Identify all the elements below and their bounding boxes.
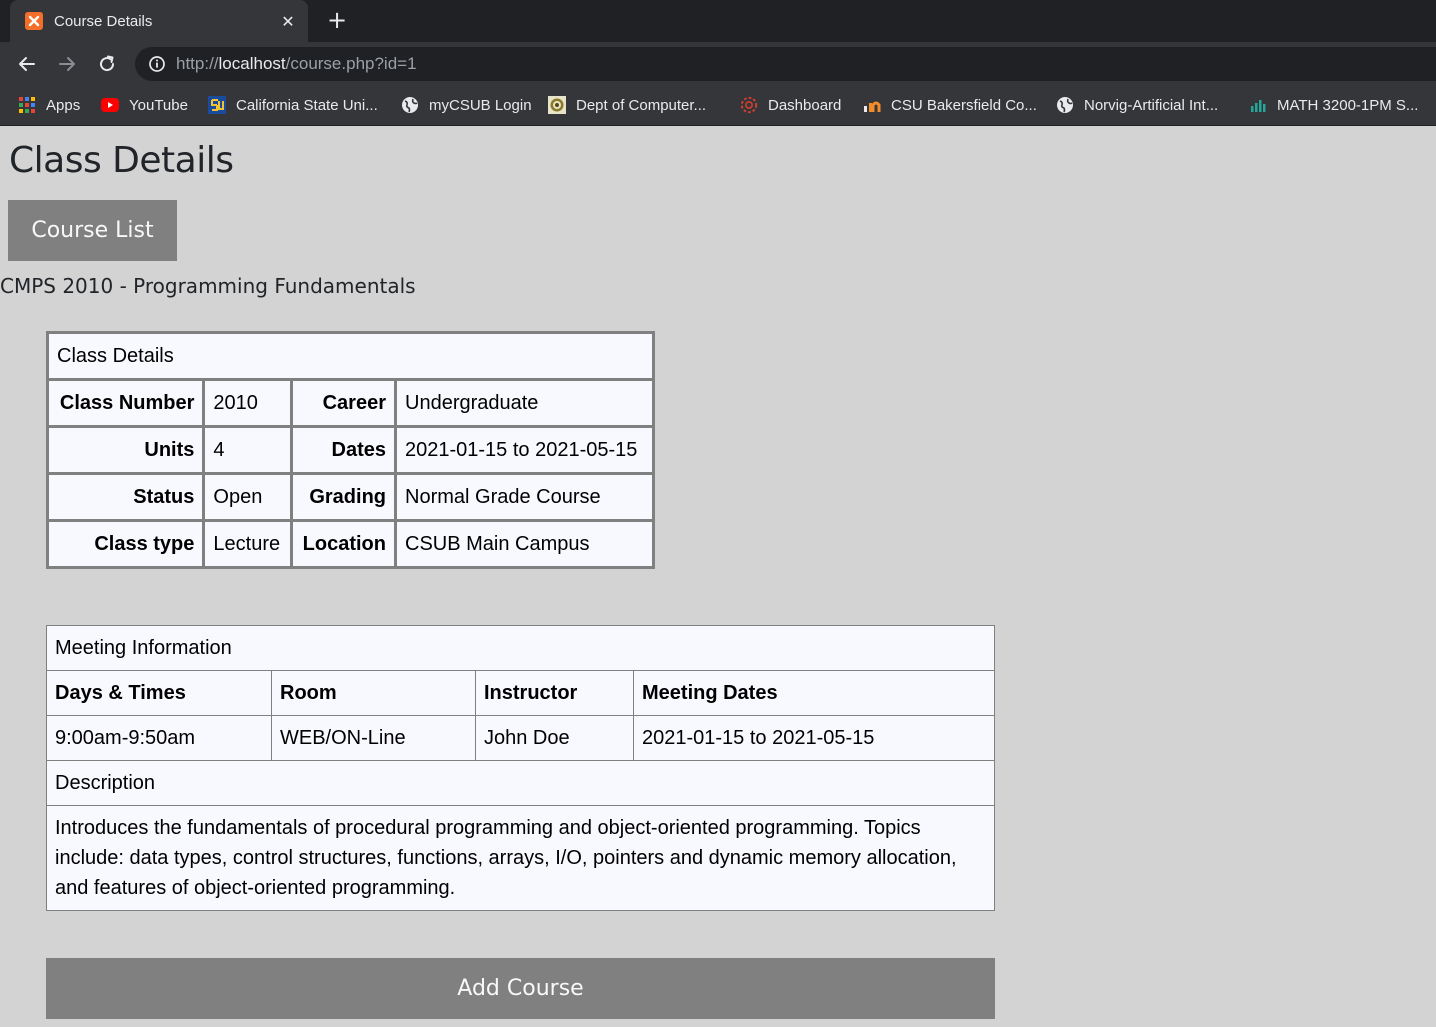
- location-value: CSUB Main Campus: [394, 519, 655, 569]
- tab-title: Course Details: [54, 12, 153, 30]
- info-icon[interactable]: [148, 55, 166, 73]
- bookmark-label: Dashboard: [768, 96, 842, 114]
- status-label: Status: [45, 472, 206, 522]
- instructor-value: John Doe: [475, 715, 634, 761]
- table-row: Class type Lecture Location CSUB Main Ca…: [45, 519, 655, 569]
- bookmark-mycsub-login[interactable]: myCSUB Login: [401, 86, 532, 124]
- canvas-icon: [740, 96, 758, 114]
- youtube-icon: [101, 96, 119, 114]
- chart-bars-orange-icon: [863, 96, 881, 114]
- arrow-left-icon: [19, 57, 35, 71]
- back-button[interactable]: [14, 51, 40, 77]
- table-caption-row: Description: [46, 760, 995, 806]
- chart-bars-teal-icon: [1249, 96, 1267, 114]
- bookmark-norvig[interactable]: Norvig-Artificial Int...: [1056, 86, 1218, 124]
- class-type-label: Class type: [45, 519, 206, 569]
- bookmark-label: Norvig-Artificial Int...: [1084, 96, 1219, 114]
- career-value: Undergraduate: [394, 378, 655, 428]
- dates-label: Dates: [289, 425, 398, 475]
- description-label: Description: [46, 760, 995, 806]
- tab-course-details[interactable]: Course Details ✕: [10, 0, 308, 42]
- location-label: Location: [289, 519, 398, 569]
- days-times-header: Days & Times: [46, 670, 272, 716]
- bookmark-apps[interactable]: Apps: [18, 86, 80, 124]
- bookmark-california-state[interactable]: California State Uni...: [208, 86, 378, 124]
- bookmark-label: Dept of Computer...: [576, 96, 707, 114]
- table-row: Status Open Grading Normal Grade Course: [45, 472, 655, 522]
- meeting-dates-value: 2021-01-15 to 2021-05-15: [633, 715, 995, 761]
- table-caption-row: Meeting Information: [46, 625, 995, 671]
- url-scheme: http://: [176, 54, 219, 73]
- course-list-button[interactable]: Course List: [8, 200, 177, 261]
- browser-toolbar: http://localhost/course.php?id=1: [0, 42, 1436, 86]
- dates-value: 2021-01-15 to 2021-05-15: [394, 425, 655, 475]
- room-value: WEB/ON-Line: [271, 715, 476, 761]
- bookmark-dept-of-computer[interactable]: Dept of Computer...: [548, 86, 706, 124]
- url-path: /course.php?id=1: [285, 54, 417, 73]
- url-host: localhost: [218, 54, 286, 73]
- units-label: Units: [45, 425, 206, 475]
- description-text: Introduces the fundamentals of procedura…: [46, 805, 995, 911]
- bookmark-math-3200[interactable]: MATH 3200-1PM S...: [1249, 86, 1418, 124]
- bookmark-label: California State Uni...: [236, 96, 378, 114]
- course-name: CMPS 2010 - Programming Fundamentals: [0, 274, 416, 298]
- csu-logo-icon: [208, 96, 226, 114]
- meeting-information-table: Meeting Information Days & Times Room In…: [46, 625, 995, 911]
- table-caption-row: Class Details: [46, 331, 655, 381]
- xampp-favicon-icon: [25, 12, 43, 30]
- bookmark-label: myCSUB Login: [429, 96, 532, 114]
- dept-seal-icon: [548, 96, 566, 114]
- class-details-table: Class Details Class Number 2010 Career U…: [45, 331, 655, 569]
- bookmark-label: YouTube: [129, 96, 188, 114]
- class-type-value: Lecture: [202, 519, 293, 569]
- bookmark-label: Apps: [46, 96, 81, 114]
- class-number-label: Class Number: [45, 378, 206, 428]
- class-details-caption: Class Details: [46, 331, 655, 381]
- bookmark-youtube[interactable]: YouTube: [101, 86, 188, 124]
- add-course-button[interactable]: Add Course: [46, 958, 995, 1019]
- class-number-value: 2010: [202, 378, 293, 428]
- url-text[interactable]: http://localhost/course.php?id=1: [176, 54, 417, 74]
- globe-icon: [401, 96, 419, 114]
- table-row: Introduces the fundamentals of procedura…: [46, 805, 995, 911]
- globe-icon: [1056, 96, 1074, 114]
- table-row: Units 4 Dates 2021-01-15 to 2021-05-15: [45, 425, 655, 475]
- units-value: 4: [202, 425, 293, 475]
- career-label: Career: [289, 378, 398, 428]
- grading-label: Grading: [289, 472, 398, 522]
- meeting-information-caption: Meeting Information: [46, 625, 995, 671]
- room-header: Room: [271, 670, 476, 716]
- grading-value: Normal Grade Course: [394, 472, 655, 522]
- bookmark-label: CSU Bakersfield Co...: [891, 96, 1037, 114]
- tab-strip: Course Details ✕ +: [0, 0, 1436, 42]
- table-header-row: Days & Times Room Instructor Meeting Dat…: [46, 670, 995, 716]
- bookmarks-bar: Apps YouTube California State Uni... myC…: [0, 86, 1436, 126]
- status-value: Open: [202, 472, 293, 522]
- apps-grid-icon: [18, 96, 36, 114]
- bookmark-dashboard[interactable]: Dashboard: [740, 86, 841, 124]
- forward-button[interactable]: [54, 51, 80, 77]
- bookmark-csu-bakersfield[interactable]: CSU Bakersfield Co...: [863, 86, 1037, 124]
- arrow-right-icon: [59, 57, 75, 71]
- table-row: 9:00am-9:50am WEB/ON-Line John Doe 2021-…: [46, 715, 995, 761]
- days-times-value: 9:00am-9:50am: [46, 715, 272, 761]
- address-bar[interactable]: http://localhost/course.php?id=1: [135, 47, 1436, 81]
- instructor-header: Instructor: [475, 670, 634, 716]
- tab-close-icon[interactable]: ✕: [278, 11, 298, 31]
- meeting-dates-header: Meeting Dates: [633, 670, 995, 716]
- reload-button[interactable]: [94, 51, 120, 77]
- page-title: Class Details: [9, 140, 234, 181]
- new-tab-button[interactable]: +: [326, 8, 348, 32]
- reload-icon: [100, 55, 115, 72]
- bookmark-label: MATH 3200-1PM S...: [1277, 96, 1419, 114]
- table-row: Class Number 2010 Career Undergraduate: [45, 378, 655, 428]
